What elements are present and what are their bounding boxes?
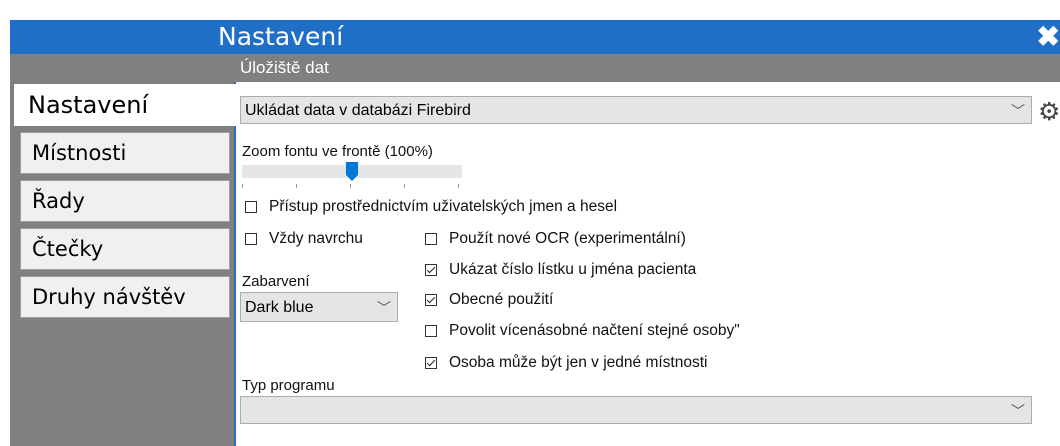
tab-mistnosti[interactable]: Místnosti	[20, 132, 230, 174]
slider-tick	[350, 184, 351, 188]
zoom-label: Zoom fontu ve frontě (100%)	[242, 143, 433, 160]
content-divider	[234, 82, 236, 446]
tab-druhy-navstev[interactable]: Druhy návštěv	[20, 276, 230, 318]
show-ticket-number-checkbox[interactable]: Ukázat číslo lístku u jména pacienta	[425, 261, 696, 279]
new-ocr-label: Použít nové OCR (experimentální)	[449, 230, 686, 247]
zoom-slider-ticks	[242, 184, 462, 188]
login-access-checkbox[interactable]: Přístup prostřednictvím uživatelských jm…	[245, 198, 617, 216]
always-on-top-label: Vždy navrchu	[269, 230, 363, 247]
chevron-down-icon: ﹀	[1011, 103, 1025, 119]
one-room-only-label: Osoba může být jen v jedné místnosti	[449, 354, 708, 371]
show-ticket-number-label: Ukázat číslo lístku u jména pacienta	[449, 261, 697, 278]
checkbox-box	[425, 264, 437, 276]
program-type-label: Typ programu	[242, 377, 335, 394]
zoom-slider-thumb[interactable]	[346, 162, 358, 181]
program-type-select[interactable]: ﹀	[240, 396, 1032, 424]
general-use-label: Obecné použití	[449, 291, 554, 308]
general-use-checkbox[interactable]: Obecné použití	[425, 291, 553, 309]
slider-tick	[296, 184, 297, 188]
one-room-only-checkbox[interactable]: Osoba může být jen v jedné místnosti	[425, 354, 707, 372]
chevron-down-icon: ﹀	[377, 300, 391, 316]
tab-rady[interactable]: Řady	[20, 180, 230, 222]
multiple-load-checkbox[interactable]: Povolit vícenásobné načtení stejné osoby…	[425, 322, 740, 340]
slider-tick	[458, 184, 459, 188]
checkbox-box	[245, 201, 257, 213]
storage-select[interactable]: Ukládat data v databázi Firebird ﹀	[240, 96, 1032, 124]
storage-select-value: Ukládat data v databázi Firebird	[245, 102, 471, 119]
slider-tick	[242, 184, 243, 188]
login-access-label: Přístup prostřednictvím uživatelských jm…	[269, 198, 618, 215]
gear-icon[interactable]: ⚙	[1038, 98, 1060, 126]
title-bar: Nastavení ✖	[10, 20, 1060, 54]
chevron-down-icon: ﹀	[1011, 403, 1025, 419]
tab-nastaveni[interactable]: Nastavení	[14, 84, 236, 126]
checkbox-box	[425, 294, 437, 306]
coloring-label: Zabarvení	[242, 273, 310, 290]
coloring-select[interactable]: Dark blue ﹀	[240, 292, 398, 322]
window-title: Nastavení	[218, 22, 344, 51]
tab-ctecky[interactable]: Čtečky	[20, 228, 230, 270]
multiple-load-label: Povolit vícenásobné načtení stejné osoby…	[449, 322, 740, 339]
close-icon[interactable]: ✖	[1034, 20, 1060, 54]
coloring-select-value: Dark blue	[245, 299, 314, 316]
new-ocr-checkbox[interactable]: Použít nové OCR (experimentální)	[425, 230, 686, 248]
slider-tick	[404, 184, 405, 188]
checkbox-box	[425, 325, 437, 337]
checkbox-box	[245, 233, 257, 245]
section-header: Úložiště dat	[234, 54, 1060, 82]
always-on-top-checkbox[interactable]: Vždy navrchu	[245, 230, 363, 248]
section-title: Úložiště dat	[240, 58, 329, 77]
checkbox-box	[425, 233, 437, 245]
checkbox-box	[425, 357, 437, 369]
